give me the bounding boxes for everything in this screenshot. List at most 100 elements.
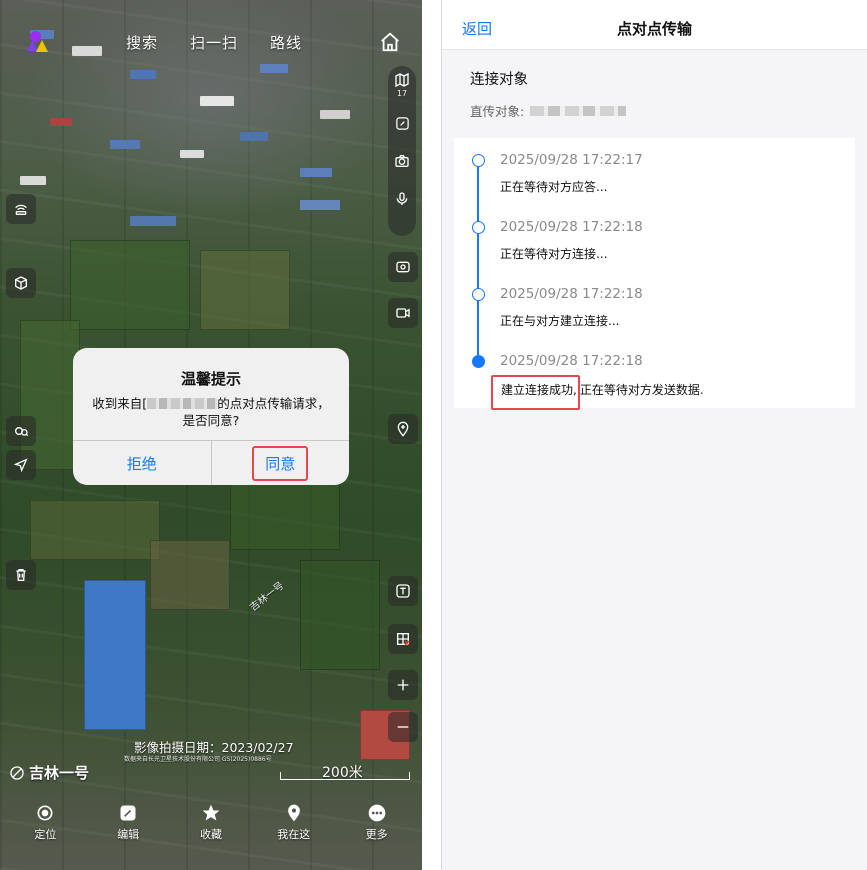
zoom-in-button[interactable] [388,670,418,700]
nav-here[interactable]: 我在这 [259,803,329,870]
nav-locate[interactable]: 定位 [10,803,80,870]
satellite-logo-icon [10,765,24,780]
expand-button[interactable] [388,104,416,142]
location-pin-icon [287,804,300,822]
navigate-button[interactable] [6,450,36,480]
video-button[interactable] [388,298,418,328]
scan-link[interactable]: 扫一扫 [190,32,238,53]
home-icon [381,32,399,52]
video-icon [396,308,410,318]
connection-target-card: 连接对象 直传对象: [454,56,855,130]
map-roof [20,176,46,185]
timeline-time: 2025/09/28 17:22:18 [500,353,643,369]
route-link[interactable]: 路线 [270,32,302,53]
reject-button[interactable]: 拒绝 [73,441,211,485]
map-roof [110,140,140,149]
page-title: 点对点传输 [616,20,692,38]
map-layers-icon [395,72,409,88]
home-button[interactable] [372,24,408,60]
screenshot-button[interactable] [388,252,418,282]
redacted-sender-name [147,398,218,409]
brand-watermark: 吉林一号 [9,762,89,783]
bottom-nav: 定位 编辑 收藏 我在这 更多 [0,795,422,870]
dialog-actions: 拒绝 同意 [73,440,349,485]
screenshot-icon [396,261,410,273]
top-links: 搜索 扫一扫 路线 [126,32,302,53]
microphone-icon [396,192,408,205]
nav-more[interactable]: 更多 [342,803,412,870]
layers-button[interactable]: 17 [388,66,416,104]
zoom-out-button[interactable] [388,712,418,742]
map-screen[interactable]: 搜索 扫一扫 路线 17 吉林一号 温馨提示 收到来自[的点对点传输请求，是否… [0,0,422,870]
timeline-dot-active [472,355,485,368]
dialog-message-prefix: 收到来自[ [92,396,148,411]
text-icon [396,584,410,598]
direct-target-label: 直传对象: [470,104,525,119]
add-marker-button[interactable] [388,414,418,444]
voice-button[interactable] [388,180,416,218]
dialog-message: 收到来自[的点对点传输请求，是否同意? [91,395,331,441]
section-title: 连接对象 [470,72,528,88]
nav-edit-label: 编辑 [117,828,140,841]
nav-locate-label: 定位 [34,828,57,841]
map-roof [130,70,156,79]
minus-icon [397,726,409,728]
map-roof [50,118,72,126]
car-search-icon [15,427,29,437]
timeline-dot [472,221,485,234]
timeline-status: 正在等待对方应答... [500,180,608,194]
map-roof [240,132,268,141]
map-roof [300,200,340,210]
direct-target-row: 直传对象: [470,101,839,120]
navigation-arrow-icon [13,458,28,473]
redacted-target-name [530,105,627,116]
star-icon [202,804,220,821]
nav-favorites[interactable]: 收藏 [176,803,246,870]
delete-button[interactable] [6,560,36,590]
timeline-time: 2025/09/28 17:22:18 [500,219,643,235]
more-icon [368,804,385,822]
trash-icon [16,569,26,581]
status-rest: 正在等待对方发送数据. [579,383,704,397]
map-field [30,500,160,560]
text-tool-button[interactable] [388,576,418,606]
success-highlight: 建立连接成功, [491,375,580,410]
grid-tool-button[interactable] [388,624,418,654]
map-pin-icon [397,421,409,437]
camera-button[interactable] [388,142,416,180]
timeline-item: 2025/09/28 17:22:18 正在等待对方连接... [470,219,839,286]
transfer-screen: 返回 点对点传输 连接对象 直传对象: 2025/09/28 17:22:17 … [441,0,867,870]
grid-off-icon [397,633,410,646]
timeline-time: 2025/09/28 17:22:17 [500,152,643,168]
timeline-item-active: 2025/09/28 17:22:18 建立连接成功, 正在等待对方发送数据. [470,353,839,420]
plus-icon [397,679,409,691]
nav-more-label: 更多 [365,828,388,841]
nav-favorites-label: 收藏 [199,828,222,841]
nav-edit[interactable]: 编辑 [93,803,163,870]
timeline-status: 正在与对方建立连接... [500,314,620,328]
map-roof [200,96,234,106]
map-field [20,320,80,470]
timeline-dot [472,288,485,301]
side-toolbar-upper: 17 [388,66,416,236]
nav-header: 返回 点对点传输 [442,0,867,50]
brand-label: 吉林一号 [29,764,90,782]
wifi-transfer-button[interactable] [6,194,36,224]
layer-number: 17 [396,89,408,98]
timeline-item: 2025/09/28 17:22:18 正在与对方建立连接... [470,286,839,353]
track-button[interactable] [6,416,36,446]
3d-view-button[interactable] [6,268,36,298]
map-field [200,250,290,330]
p2p-request-dialog: 温馨提示 收到来自[的点对点传输请求，是否同意? 拒绝 同意 [73,348,349,485]
cube-icon [15,276,27,290]
map-factory-roof [84,580,146,730]
search-link[interactable]: 搜索 [126,32,158,53]
expand-icon [395,116,409,130]
signal-icon [15,204,27,215]
app-logo[interactable] [27,31,49,53]
map-field [300,560,380,670]
edit-icon [120,805,136,821]
timeline-time: 2025/09/28 17:22:18 [500,286,643,302]
agree-button[interactable]: 同意 [210,441,350,485]
scale-bar [280,772,410,780]
